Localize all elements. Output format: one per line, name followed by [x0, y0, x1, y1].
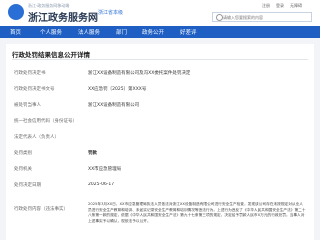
page-title: 行政处罚结果信息公开详情	[12, 51, 90, 59]
field-value-authority: XX市应急管理局	[88, 167, 122, 172]
nav-departments[interactable]: 部门	[116, 28, 127, 36]
search-box	[212, 12, 312, 22]
top-header: 浙江·政务服务网移动端 浙江政务服务网 浙江省本级 注册 登录 无障碍	[0, 0, 320, 26]
field-label-credit-code: 统一社会信用代码（身份证号）	[14, 119, 77, 124]
search-icon[interactable]	[216, 14, 223, 21]
login-link[interactable]: 登录	[276, 3, 284, 9]
nav-feedback[interactable]: 好差评	[180, 28, 197, 36]
region-selector[interactable]: 浙江省本级	[98, 9, 123, 16]
field-value-decision-number: XX应急罚〔2025〕第XXX号	[88, 87, 147, 92]
nav-home[interactable]: 首页	[10, 28, 21, 36]
field-value-content: 2025年3月XX日，XX市应急管理局执法人员依法对浙江XX设备制造有限公司进行…	[88, 202, 306, 223]
field-label-authority: 处罚机关	[14, 167, 32, 172]
main-nav: 首页 个人服务 法人服务 部门 政务公开 好差评	[0, 26, 320, 38]
field-value-date: 2025-06-17	[88, 182, 115, 187]
user-links: 注册 登录 无障碍	[232, 3, 312, 11]
field-label-content: 行政处罚内容（违法事实）	[14, 207, 68, 212]
zhejiang-logo-icon[interactable]	[8, 4, 24, 20]
site-title[interactable]: 浙江政务服务网	[28, 9, 98, 24]
field-label-decision: 行政处罚决定书	[14, 71, 46, 76]
detail-panel: 行政处罚结果信息公开详情 行政处罚决定书 浙江XX设备制造有限公司及冯XX委托案…	[6, 44, 314, 240]
field-value-party: 浙江XX设备制造有限公司	[88, 103, 140, 108]
field-value-penalty-type: 罚款	[88, 151, 97, 156]
search-input[interactable]	[223, 13, 308, 21]
nav-corporate-services[interactable]: 法人服务	[78, 28, 100, 36]
nav-government-affairs[interactable]: 政务公开	[142, 28, 164, 36]
field-label-legal-rep: 法定代表人（负责人）	[14, 135, 59, 140]
field-value-decision: 浙江XX设备制造有限公司及冯XX委托案件处罚决定	[88, 71, 191, 76]
title-divider	[12, 59, 308, 60]
accessibility-link[interactable]: 无障碍	[290, 3, 302, 9]
register-link[interactable]: 注册	[262, 3, 270, 9]
field-label-date: 处罚决定日期	[14, 183, 41, 188]
field-label-party: 被处罚当事人	[14, 103, 41, 108]
field-label-decision-number: 行政处罚决定书文号	[14, 87, 55, 92]
field-label-penalty-type: 处罚类别	[14, 151, 32, 156]
nav-personal-services[interactable]: 个人服务	[40, 28, 62, 36]
